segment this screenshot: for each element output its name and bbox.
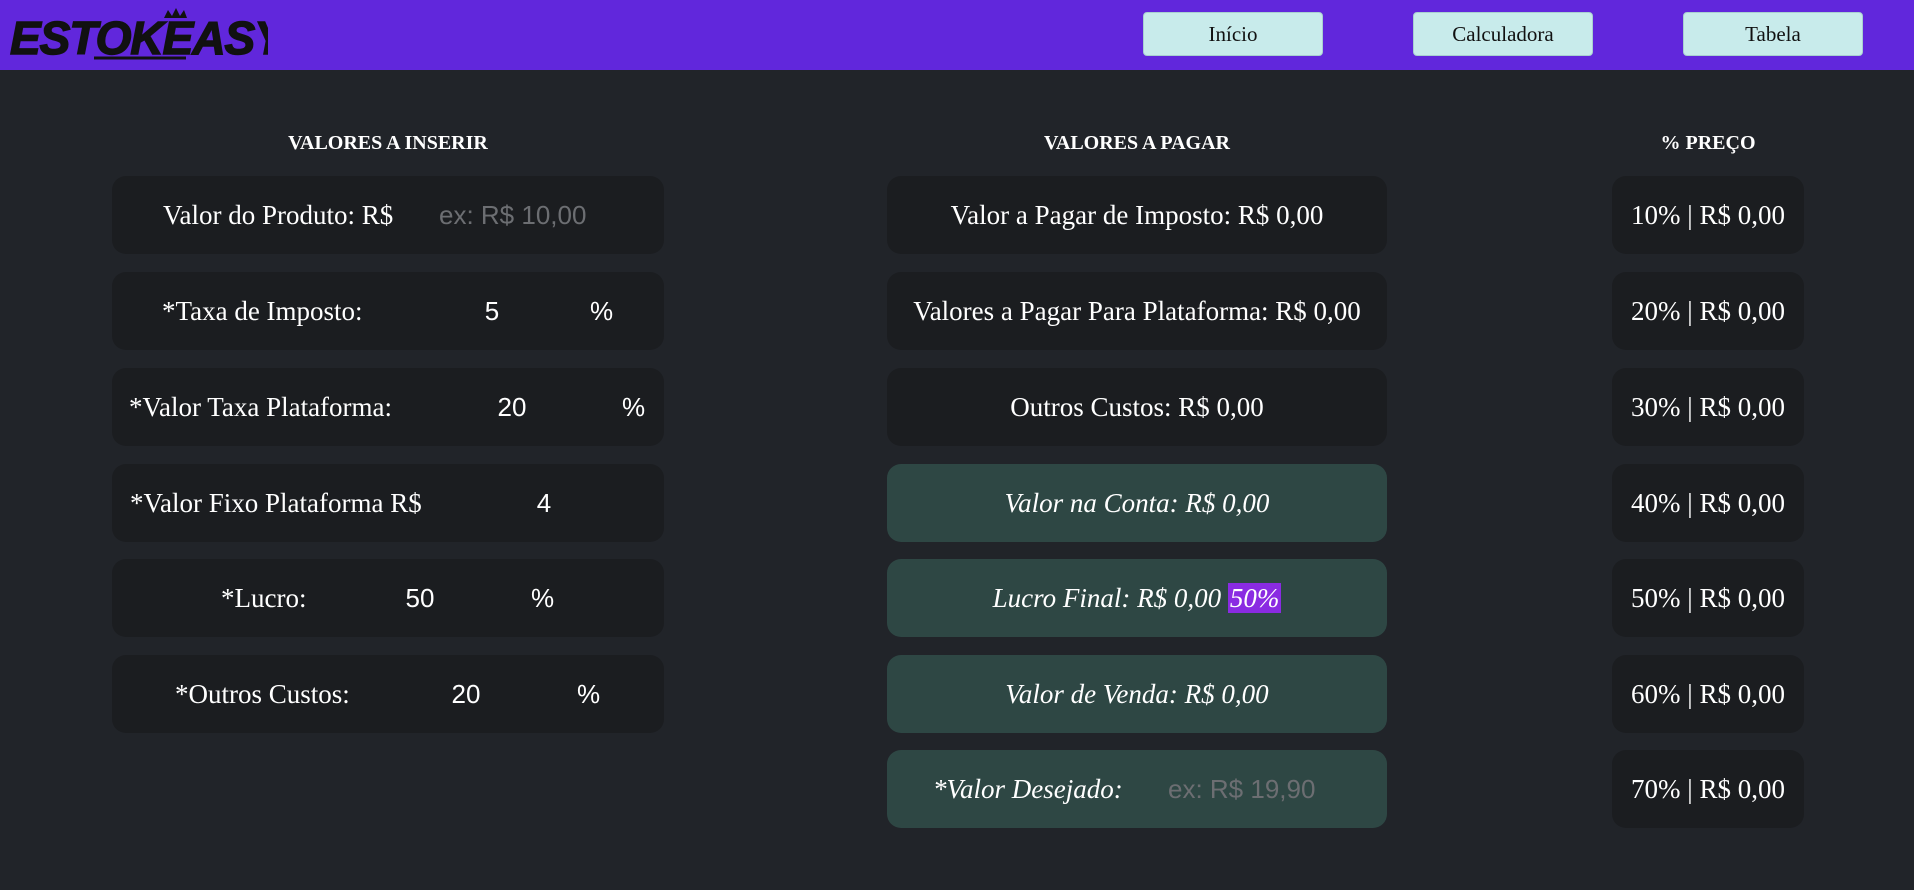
plataforma-result: Valores a Pagar Para Plataforma: R$ 0,00 — [913, 296, 1361, 326]
lucro-unit: % — [531, 583, 555, 613]
inputs-heading: VALORES A INSERIR — [288, 132, 488, 154]
nav-button-tabela[interactable]: Tabela — [1683, 12, 1863, 56]
price-value: 40% | R$ 0,00 — [1631, 488, 1785, 518]
outros-result-card: Outros Custos: R$ 0,00 — [887, 368, 1387, 446]
fixo-plataforma-input[interactable]: 4 — [504, 464, 584, 542]
price-value: 60% | R$ 0,00 — [1631, 679, 1785, 709]
imposto-unit: % — [590, 296, 614, 326]
lucro-row: *Lucro: 50 % — [112, 559, 664, 637]
imposto-result-card: Valor a Pagar de Imposto: R$ 0,00 — [887, 176, 1387, 254]
imposto-input[interactable]: 5 — [452, 272, 532, 350]
lucro-label: *Lucro: — [221, 583, 307, 613]
price-value: 10% | R$ 0,00 — [1631, 200, 1785, 230]
plataforma-result-card: Valores a Pagar Para Plataforma: R$ 0,00 — [887, 272, 1387, 350]
lucro-final-card: Lucro Final: R$ 0,00 50% — [887, 559, 1387, 637]
fixo-plataforma-label: *Valor Fixo Plataforma R$ — [130, 488, 422, 518]
price-row: 30% | R$ 0,00 — [1612, 368, 1804, 446]
conta-result: Valor na Conta: R$ 0,00 — [1004, 488, 1270, 518]
price-row: 20% | R$ 0,00 — [1612, 272, 1804, 350]
produto-label: Valor do Produto: R$ — [163, 200, 394, 230]
produto-row: Valor do Produto: R$ ex: R$ 10,00 — [112, 176, 664, 254]
price-value: 20% | R$ 0,00 — [1631, 296, 1785, 326]
desejado-label: *Valor Desejado: — [933, 774, 1123, 804]
prices-heading: % PREÇO — [1660, 132, 1756, 154]
imposto-result: Valor a Pagar de Imposto: R$ 0,00 — [950, 200, 1324, 230]
price-value: 70% | R$ 0,00 — [1631, 774, 1785, 804]
outros-custos-unit: % — [577, 679, 601, 709]
venda-result: Valor de Venda: R$ 0,00 — [1005, 679, 1269, 709]
outros-custos-label: *Outros Custos: — [175, 679, 350, 709]
lucro-percent-badge: 50% — [1227, 583, 1282, 613]
price-row: 10% | R$ 0,00 — [1612, 176, 1804, 254]
navbar: ESTOKEASY Início Calculadora Tabela — [0, 0, 1914, 70]
price-row: 40% | R$ 0,00 — [1612, 464, 1804, 542]
taxa-plataforma-unit: % — [622, 392, 646, 422]
logo-text: ESTOKEASY — [10, 12, 268, 62]
produto-input[interactable]: ex: R$ 10,00 — [439, 176, 586, 254]
lucro-final-result: Lucro Final: R$ 0,00 50% — [887, 559, 1387, 637]
conta-result-card: Valor na Conta: R$ 0,00 — [887, 464, 1387, 542]
price-row: 50% | R$ 0,00 — [1612, 559, 1804, 637]
imposto-label: *Taxa de Imposto: — [162, 296, 363, 326]
estokeasy-logo[interactable]: ESTOKEASY — [6, 8, 291, 65]
taxa-plataforma-label: *Valor Taxa Plataforma: — [129, 392, 393, 422]
price-value: 50% | R$ 0,00 — [1631, 583, 1785, 613]
results-heading: VALORES A PAGAR — [1044, 132, 1230, 154]
fixo-plataforma-row: *Valor Fixo Plataforma R$ 4 — [112, 464, 664, 542]
imposto-row: *Taxa de Imposto: 5 % — [112, 272, 664, 350]
price-row: 70% | R$ 0,00 — [1612, 750, 1804, 828]
price-row: 60% | R$ 0,00 — [1612, 655, 1804, 733]
outros-result: Outros Custos: R$ 0,00 — [1010, 392, 1264, 422]
venda-result-card: Valor de Venda: R$ 0,00 — [887, 655, 1387, 733]
nav-button-calculadora[interactable]: Calculadora — [1413, 12, 1593, 56]
outros-custos-row: *Outros Custos: 20 % — [112, 655, 664, 733]
lucro-final-value: Lucro Final: R$ 0,00 — [992, 583, 1222, 613]
nav-button-inicio[interactable]: Início — [1143, 12, 1323, 56]
price-value: 30% | R$ 0,00 — [1631, 392, 1785, 422]
outros-custos-input[interactable]: 20 — [426, 655, 506, 733]
desejado-input[interactable]: ex: R$ 19,90 — [1168, 750, 1315, 828]
lucro-input[interactable]: 50 — [380, 559, 460, 637]
desejado-row: *Valor Desejado: ex: R$ 19,90 — [887, 750, 1387, 828]
taxa-plataforma-input[interactable]: 20 — [472, 368, 552, 446]
taxa-plataforma-row: *Valor Taxa Plataforma: 20 % — [112, 368, 664, 446]
